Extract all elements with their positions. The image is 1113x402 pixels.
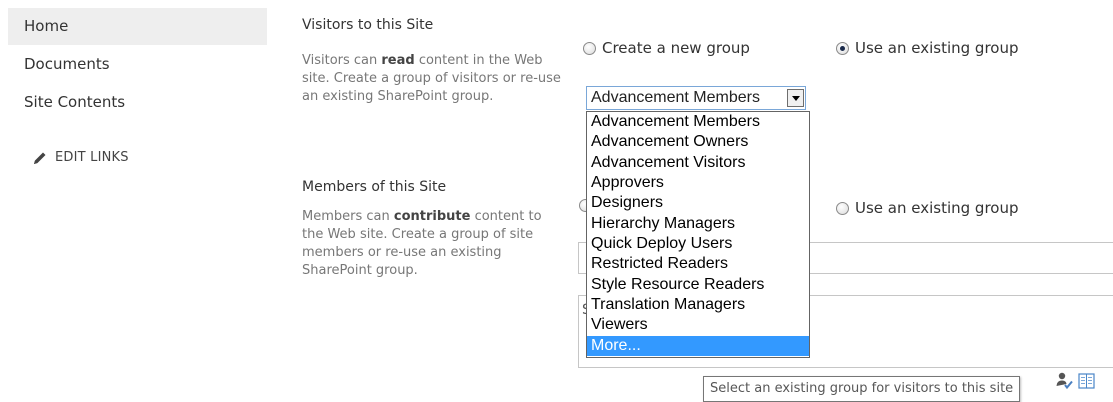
dropdown-option[interactable]: Advancement Visitors — [587, 153, 809, 173]
visitors-use-existing-group-option[interactable]: Use an existing group — [836, 39, 1019, 57]
members-use-existing-radio[interactable] — [836, 201, 849, 215]
dropdown-option[interactable]: Advancement Owners — [587, 132, 809, 152]
visitors-create-new-group-option[interactable]: Create a new group — [583, 39, 750, 57]
members-use-existing-group-option[interactable]: Use an existing group — [836, 199, 1019, 217]
visitors-create-new-label: Create a new group — [602, 39, 750, 57]
visitors-select-value: Advancement Members — [591, 89, 760, 106]
visitors-use-existing-radio[interactable] — [836, 41, 849, 55]
dropdown-option[interactable]: Translation Managers — [587, 295, 809, 315]
visitors-description: Visitors can read content in the Web sit… — [302, 52, 562, 106]
dropdown-option[interactable]: Designers — [587, 193, 809, 213]
visitors-group-dropdown-list[interactable]: Advancement Members Advancement Owners A… — [586, 111, 810, 358]
nav-item-site-contents[interactable]: Site Contents — [24, 93, 125, 111]
members-description: Members can contribute content to the We… — [302, 208, 562, 280]
dropdown-option[interactable]: Viewers — [587, 315, 809, 335]
edit-links-link[interactable]: EDIT LINKS — [55, 150, 129, 165]
check-names-icon[interactable] — [1054, 371, 1074, 391]
pencil-icon[interactable] — [32, 150, 48, 166]
dropdown-option[interactable]: Approvers — [587, 173, 809, 193]
members-section-title: Members of this Site — [302, 179, 447, 195]
dropdown-option[interactable]: Quick Deploy Users — [587, 234, 809, 254]
members-desc-text-1: Members can — [302, 209, 394, 224]
dropdown-option[interactable]: Advancement Members — [587, 112, 809, 132]
address-book-icon[interactable] — [1077, 371, 1097, 391]
dropdown-option-more[interactable]: More... — [587, 335, 809, 357]
visitors-desc-bold: read — [381, 53, 415, 68]
visitors-desc-text-1: Visitors can — [302, 53, 382, 68]
visitors-create-new-radio[interactable] — [583, 41, 596, 55]
visitors-group-select[interactable]: Advancement Members — [586, 86, 806, 110]
dropdown-option[interactable]: Hierarchy Managers — [587, 214, 809, 234]
nav-item-documents[interactable]: Documents — [24, 55, 110, 73]
visitors-use-existing-label: Use an existing group — [855, 39, 1019, 57]
select-tooltip: Select an existing group for visitors to… — [703, 376, 1021, 402]
nav-item-home[interactable]: Home — [24, 17, 68, 35]
dropdown-option[interactable]: Restricted Readers — [587, 254, 809, 274]
members-desc-bold: contribute — [393, 209, 471, 224]
visitors-section-title: Visitors to this Site — [302, 17, 434, 33]
dropdown-option[interactable]: Style Resource Readers — [587, 275, 809, 295]
dropdown-arrow-icon[interactable] — [787, 89, 804, 107]
members-use-existing-label: Use an existing group — [855, 199, 1019, 217]
